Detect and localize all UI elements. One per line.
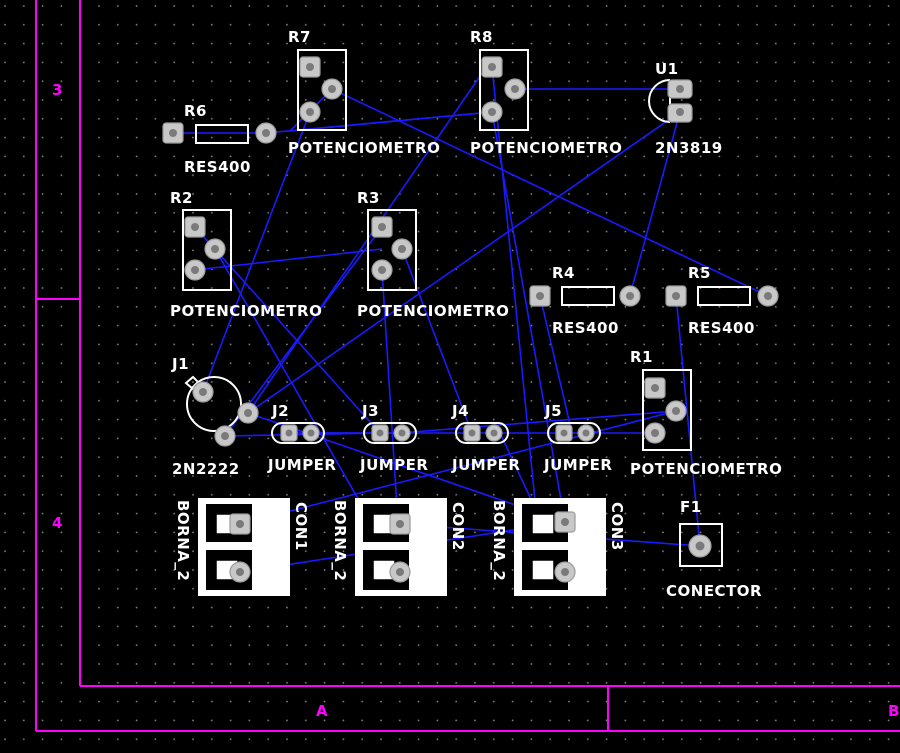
r2-value-label: POTENCIOMETRO — [170, 302, 322, 320]
zone-label-b: B — [888, 702, 899, 720]
j2-value-label: JUMPER — [267, 456, 336, 474]
con2-value-label: BORNA_2 — [331, 500, 349, 581]
con3-ref-label: CON3 — [608, 502, 626, 551]
con3-value-label: BORNA_2 — [490, 500, 508, 581]
pcb-layout-canvas[interactable]: 3 4 A B R7 POTENCIOMETRO R8 POTENCIOMETR… — [0, 0, 900, 753]
r8-value-label: POTENCIOMETRO — [470, 139, 622, 157]
r6-value-label: RES400 — [184, 158, 251, 176]
j4-ref-label: J4 — [451, 402, 469, 420]
con1-value-label: BORNA_2 — [174, 500, 192, 581]
j1-value-label: 2N2222 — [172, 460, 240, 478]
r6-ref-label: R6 — [184, 102, 207, 120]
r5-value-label: RES400 — [688, 319, 755, 337]
j1-ref-label: J1 — [171, 355, 189, 373]
zone-label-3: 3 — [52, 81, 62, 99]
zone-label-4: 4 — [52, 514, 62, 532]
r8-ref-label: R8 — [470, 28, 493, 46]
j2-ref-label: J2 — [271, 402, 289, 420]
r2-ref-label: R2 — [170, 189, 193, 207]
r1-value-label: POTENCIOMETRO — [630, 460, 782, 478]
r4-ref-label: R4 — [552, 264, 575, 282]
u1-ref-label: U1 — [655, 60, 679, 78]
j5-ref-label: J5 — [544, 402, 562, 420]
j3-value-label: JUMPER — [359, 456, 428, 474]
f1-ref-label: F1 — [680, 498, 702, 516]
zone-label-a: A — [316, 702, 328, 720]
j3-ref-label: J3 — [361, 402, 379, 420]
r3-value-label: POTENCIOMETRO — [357, 302, 509, 320]
r3-ref-label: R3 — [357, 189, 380, 207]
u1-value-label: 2N3819 — [655, 139, 723, 157]
con1-ref-label: CON1 — [292, 502, 310, 551]
r1-ref-label: R1 — [630, 348, 653, 366]
r7-value-label: POTENCIOMETRO — [288, 139, 440, 157]
r5-ref-label: R5 — [688, 264, 711, 282]
j4-value-label: JUMPER — [451, 456, 520, 474]
r4-value-label: RES400 — [552, 319, 619, 337]
r7-ref-label: R7 — [288, 28, 311, 46]
con2-ref-label: CON2 — [449, 502, 467, 551]
j5-value-label: JUMPER — [543, 456, 612, 474]
f1-value-label: CONECTOR — [666, 582, 762, 600]
